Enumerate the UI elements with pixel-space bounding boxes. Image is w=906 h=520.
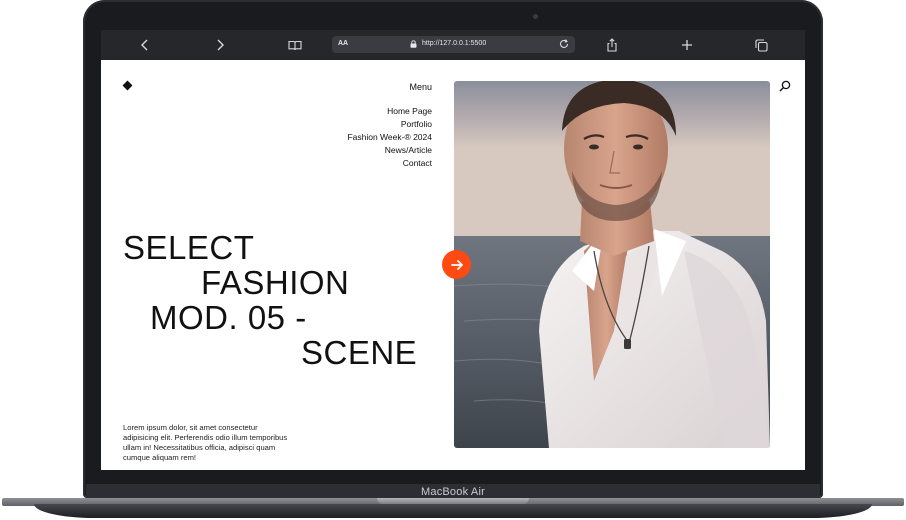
nav-menu: Home Page Portfolio Fashion Week-® 2024 … <box>347 105 432 170</box>
nav-link-news[interactable]: News/Article <box>385 144 432 157</box>
url-text: http://127.0.0.1:5500 <box>422 40 487 47</box>
laptop-base: MacBook Air <box>0 484 906 520</box>
intro-paragraph: Lorem ipsum dolor, sit amet consectetur … <box>123 422 288 462</box>
camera <box>533 14 538 19</box>
nav-link-home[interactable]: Home Page <box>387 105 432 118</box>
tabs-icon[interactable] <box>753 37 769 53</box>
device-label: MacBook Air <box>421 486 485 498</box>
nav-link-fashion-week[interactable]: Fashion Week-® 2024 <box>347 131 432 144</box>
search-icon[interactable] <box>779 80 791 92</box>
book-icon[interactable] <box>287 37 303 53</box>
browser-toolbar: AA http://127.0.0.1:5500 <box>101 30 805 60</box>
hero-photo <box>454 81 770 448</box>
reader-aa-button[interactable]: AA <box>338 40 348 47</box>
hero-line: FASHION <box>201 264 350 301</box>
base-bottom <box>34 504 872 518</box>
nav-link-portfolio[interactable]: Portfolio <box>401 118 432 131</box>
lock-icon <box>410 40 417 48</box>
screen: AA http://127.0.0.1:5500 Menu Home Page <box>101 30 805 470</box>
chevron-left-icon[interactable] <box>137 37 153 53</box>
hero-line: MOD. 05 - <box>150 299 307 336</box>
hero-line: SELECT <box>123 229 255 266</box>
share-icon[interactable] <box>604 37 620 53</box>
web-page: Menu Home Page Portfolio Fashion Week-® … <box>101 60 805 470</box>
reload-icon[interactable] <box>558 38 570 50</box>
base-notch <box>377 498 529 504</box>
next-arrow-button[interactable] <box>442 250 471 279</box>
address-bar[interactable]: AA http://127.0.0.1:5500 <box>332 36 575 53</box>
menu-title[interactable]: Menu <box>409 82 432 92</box>
plus-icon[interactable] <box>679 37 695 53</box>
hero-line: SCENE <box>301 334 418 371</box>
nav-link-contact[interactable]: Contact <box>403 157 432 170</box>
diamond-logo-icon[interactable] <box>122 80 133 91</box>
arrow-right-icon <box>450 259 463 270</box>
chevron-right-icon[interactable] <box>212 37 228 53</box>
hero-title: SELECT FASHION MOD. 05 - SCENE <box>123 229 417 370</box>
